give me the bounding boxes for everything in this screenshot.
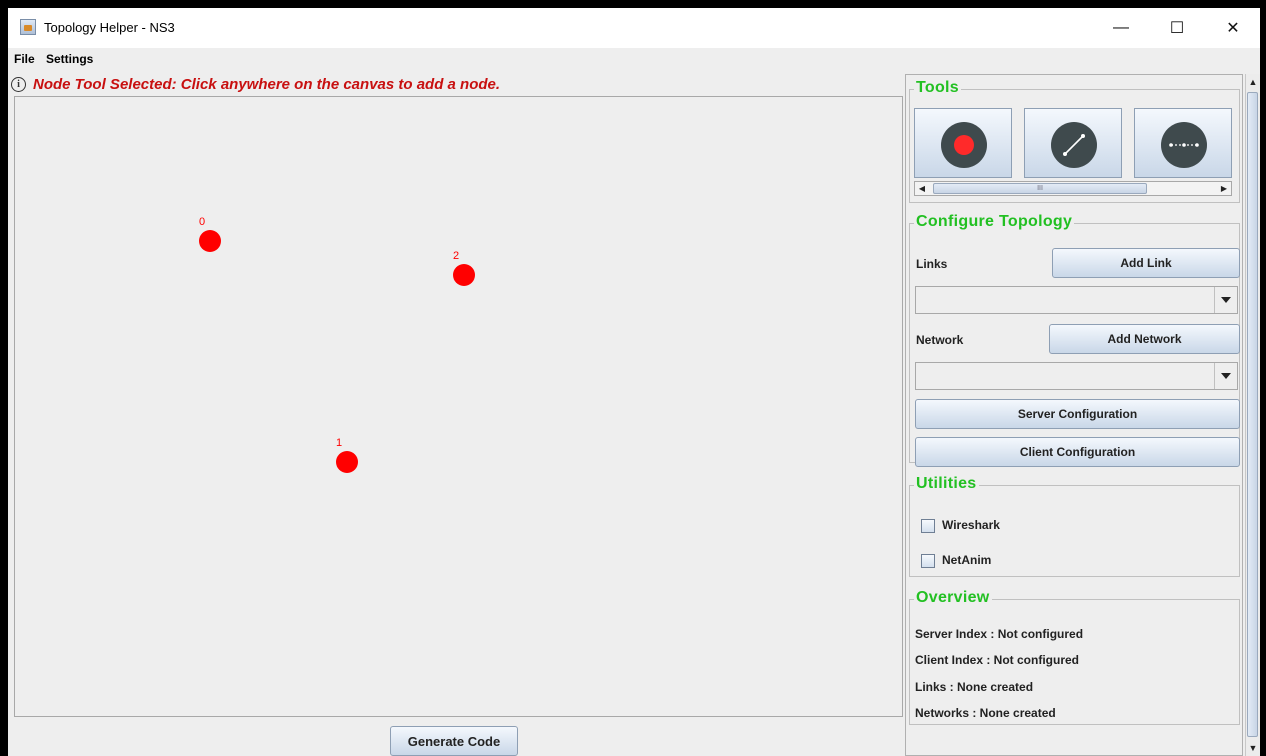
client-index-text: Client Index : Not configured: [915, 653, 1079, 667]
scroll-up-icon[interactable]: ▲: [1246, 74, 1260, 90]
network-dropdown[interactable]: [915, 362, 1238, 390]
menu-bar: File Settings: [8, 48, 1260, 70]
java-app-icon: [20, 19, 36, 35]
add-link-button[interactable]: Add Link: [1052, 248, 1240, 278]
chevron-down-icon[interactable]: [1214, 287, 1237, 313]
configure-topology-title: Configure Topology: [914, 213, 1075, 231]
overview-group: Overview Server Index : Not configured C…: [909, 589, 1240, 725]
links-dropdown[interactable]: [915, 286, 1238, 314]
netanim-checkbox[interactable]: [921, 554, 935, 568]
node-label: 0: [199, 216, 206, 228]
app-window: Topology Helper - NS3 — ☐ ✕ File Setting…: [8, 8, 1260, 756]
add-network-button[interactable]: Add Network: [1049, 324, 1240, 354]
wireshark-checkbox[interactable]: [921, 519, 935, 533]
node[interactable]: [336, 451, 358, 473]
link-tool-icon: [1051, 122, 1097, 168]
overview-title: Overview: [914, 589, 992, 607]
tools-title: Tools: [914, 79, 961, 97]
node-label: 1: [336, 437, 343, 449]
minimize-button[interactable]: —: [1098, 8, 1144, 48]
utilities-group: Utilities Wireshark NetAnim: [909, 475, 1240, 577]
node-tool-button[interactable]: [914, 108, 1012, 178]
scroll-thumb[interactable]: [1247, 92, 1258, 737]
window-title: Topology Helper - NS3: [44, 20, 175, 35]
network-tool-button[interactable]: [1134, 108, 1232, 178]
server-index-text: Server Index : Not configured: [915, 627, 1084, 641]
side-panel-vertical-scrollbar[interactable]: ▲ ▼: [1245, 74, 1260, 756]
netanim-label: NetAnim: [942, 553, 992, 567]
topology-canvas[interactable]: 0 2 1: [14, 96, 903, 717]
side-panel: Tools ◀ III ▶ Configure Topology Links A…: [905, 74, 1243, 756]
client-configuration-button[interactable]: Client Configuration: [915, 437, 1240, 467]
scroll-down-icon[interactable]: ▼: [1246, 740, 1260, 756]
network-tool-icon: [1161, 122, 1207, 168]
status-message: Node Tool Selected: Click anywhere on th…: [33, 76, 501, 93]
tools-horizontal-scrollbar[interactable]: ◀ III ▶: [914, 181, 1232, 196]
title-bar[interactable]: Topology Helper - NS3 — ☐ ✕: [8, 8, 1260, 48]
node-tool-icon: [941, 122, 987, 168]
tools-group: Tools ◀ III ▶: [909, 79, 1240, 203]
scroll-right-icon[interactable]: ▶: [1217, 182, 1231, 195]
node[interactable]: [453, 264, 475, 286]
chevron-down-icon[interactable]: [1214, 363, 1237, 389]
maximize-button[interactable]: ☐: [1154, 8, 1200, 48]
network-label: Network: [916, 333, 964, 347]
scroll-left-icon[interactable]: ◀: [915, 182, 929, 195]
generate-code-button[interactable]: Generate Code: [390, 726, 518, 756]
link-tool-button[interactable]: [1024, 108, 1122, 178]
server-configuration-button[interactable]: Server Configuration: [915, 399, 1240, 429]
networks-overview-text: Networks : None created: [915, 706, 1056, 720]
menu-settings[interactable]: Settings: [46, 52, 93, 66]
node[interactable]: [199, 230, 221, 252]
scroll-thumb[interactable]: III: [933, 183, 1147, 194]
links-overview-text: Links : None created: [915, 680, 1034, 694]
utilities-title: Utilities: [914, 475, 979, 493]
node-label: 2: [453, 250, 460, 262]
configure-topology-group: Configure Topology Links Add Link Networ…: [909, 213, 1240, 467]
wireshark-label: Wireshark: [942, 518, 1000, 532]
status-line: i Node Tool Selected: Click anywhere on …: [8, 74, 903, 96]
close-button[interactable]: ✕: [1210, 8, 1256, 48]
menu-file[interactable]: File: [14, 52, 35, 66]
info-icon: i: [11, 77, 26, 92]
links-label: Links: [916, 257, 948, 271]
